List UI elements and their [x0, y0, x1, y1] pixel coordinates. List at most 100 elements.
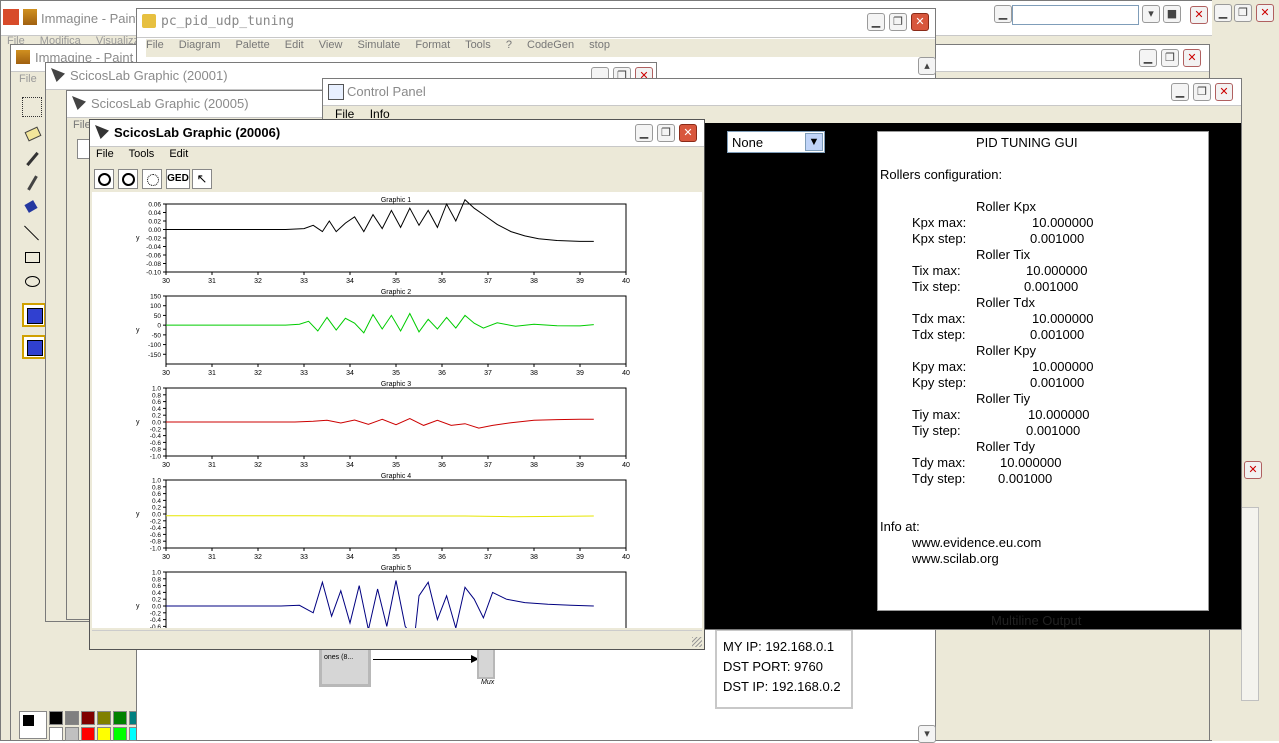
scicos-block-icon-2[interactable]	[22, 335, 46, 359]
x-tick-label: 35	[392, 370, 400, 377]
editor-menu-simulate[interactable]: Simulate	[358, 39, 401, 51]
editor-menu-view[interactable]: View	[319, 39, 343, 51]
right-close-button[interactable]: ✕	[1256, 4, 1274, 22]
scicos-block-icon-1[interactable]	[22, 303, 46, 327]
right-max-button[interactable]: ❐	[1234, 4, 1252, 22]
x-tick-label: 34	[346, 370, 354, 377]
eraser-tool-icon[interactable]	[22, 123, 42, 143]
editor-menu-format[interactable]: Format	[415, 39, 450, 51]
multiline-output[interactable]: PID TUNING GUI Rollers configuration: Ro…	[877, 131, 1209, 611]
cp-info-at: Info at:	[880, 519, 920, 534]
graphic-20005-titlebar[interactable]: ScicosLab Graphic (20005)	[67, 91, 345, 118]
cp-heading: PID TUNING GUI	[976, 135, 1078, 150]
x-tick-label: 30	[162, 370, 170, 377]
graphic-20006-menu-file[interactable]: File	[96, 148, 114, 160]
graphic-statusbar	[92, 630, 702, 649]
color-swatch[interactable]	[113, 727, 127, 741]
paint2-menu-file[interactable]: File	[19, 73, 37, 85]
udp-block[interactable]: MY IP: 192.168.0.1 DST PORT: 9760 DST IP…	[715, 629, 853, 709]
right-close-button-2[interactable]: ✕	[1244, 461, 1262, 479]
color-swatch[interactable]	[97, 727, 111, 741]
select-tool-icon[interactable]	[22, 97, 42, 117]
editor-menu-codegen[interactable]: CodeGen	[527, 39, 574, 51]
resize-grip-icon[interactable]	[692, 637, 702, 647]
pencil-tool-icon[interactable]	[22, 173, 42, 193]
editor-scroll-down-icon[interactable]: ▾	[918, 725, 936, 743]
editor-menu-help[interactable]: ?	[506, 39, 512, 51]
right-min-button[interactable]: ▁	[1214, 4, 1232, 22]
address-stop-button[interactable]: ■	[1163, 5, 1181, 23]
mux-block[interactable]	[477, 645, 495, 679]
ellipse-tool-icon[interactable]	[22, 271, 42, 291]
zoom-out-icon[interactable]	[118, 169, 138, 189]
graphic-20006-min-button[interactable]: ▁	[635, 124, 653, 142]
plot-title: Graphic 1	[381, 197, 411, 204]
editor-max-button[interactable]: ❐	[889, 13, 907, 31]
color-swatch[interactable]	[65, 727, 79, 741]
editor-menu-file[interactable]: File	[146, 39, 164, 51]
paint2-close-button[interactable]: ✕	[1183, 49, 1201, 67]
address-input[interactable]	[1012, 5, 1139, 25]
line-tool-icon[interactable]	[22, 223, 42, 243]
control-panel-min-button[interactable]: ▁	[1171, 83, 1189, 101]
cp-link-evidence[interactable]: www.evidence.eu.com	[912, 535, 1041, 550]
color-swatch[interactable]	[65, 711, 79, 725]
rectangle-tool-icon[interactable]	[22, 247, 42, 267]
editor-menu-stop[interactable]: stop	[589, 39, 610, 51]
y-tick-label: 0	[157, 323, 161, 330]
color-swatch[interactable]	[49, 711, 63, 725]
editor-menu-diagram[interactable]: Diagram	[179, 39, 221, 51]
color-swatch[interactable]	[49, 727, 63, 741]
cp-tiy-step-label: Tiy step:	[912, 423, 961, 438]
control-panel-titlebar[interactable]: Control Panel ▁ ❐ ✕	[323, 79, 1241, 106]
color-swatch[interactable]	[113, 711, 127, 725]
graphic-20006-menu-tools[interactable]: Tools	[129, 148, 155, 160]
color-swatch[interactable]	[81, 711, 95, 725]
x-tick-label: 34	[346, 554, 354, 561]
cp-kpy-step-value: 0.001000	[1030, 375, 1085, 390]
editor-menu-edit[interactable]: Edit	[285, 39, 304, 51]
x-tick-label: 31	[208, 278, 216, 285]
editor-menu-palette[interactable]: Palette	[235, 39, 269, 51]
graphic-20006-close-button[interactable]: ✕	[679, 124, 697, 142]
picker-tool-icon[interactable]	[22, 149, 42, 169]
x-tick-label: 40	[622, 278, 630, 285]
right-scrollbar[interactable]	[1241, 507, 1259, 701]
editor-min-button[interactable]: ▁	[867, 13, 885, 31]
select-chevron-down-icon[interactable]: ▼	[805, 133, 823, 151]
control-panel-close-button[interactable]: ✕	[1215, 83, 1233, 101]
zoom-in-icon[interactable]	[94, 169, 114, 189]
outer-min-button[interactable]: ▁	[994, 5, 1012, 23]
editor-titlebar[interactable]: pc_pid_udp_tuning ▁ ❐ ✕	[137, 9, 935, 38]
cp-link-scilab[interactable]: www.scilab.org	[912, 551, 999, 566]
color-swatch[interactable]	[97, 711, 111, 725]
cp-tiy-max-label: Tiy max:	[912, 407, 961, 422]
y-tick-label: 100	[150, 303, 161, 310]
ones-block[interactable]: ones (8...	[319, 645, 371, 687]
control-panel-max-button[interactable]: ❐	[1193, 83, 1211, 101]
graphic-20006-menu-edit[interactable]: Edit	[169, 148, 188, 160]
graphic-20006-titlebar[interactable]: ScicosLab Graphic (20006) ▁ ❐ ✕	[90, 120, 704, 147]
paint2-max-button[interactable]: ❐	[1161, 49, 1179, 67]
pointer-icon[interactable]: ↖	[192, 169, 212, 189]
x-tick-label: 31	[208, 462, 216, 469]
ged-button[interactable]: GED	[166, 169, 190, 189]
paint2-doc-icon	[16, 50, 30, 64]
cp-tix-max-value: 10.000000	[1026, 263, 1088, 278]
rotate-icon[interactable]	[142, 169, 162, 189]
editor-scroll-up-icon[interactable]: ▴	[918, 57, 936, 75]
editor-menu-tools[interactable]: Tools	[465, 39, 491, 51]
paint2-min-button[interactable]: ▁	[1139, 49, 1157, 67]
fill-tool-icon[interactable]	[22, 197, 42, 217]
cp-roller-tdy: Roller Tdy	[976, 439, 1036, 454]
color-swatch[interactable]	[81, 727, 95, 741]
graphic-canvas[interactable]: Graphic 1 y 30 31 32 33 34 35 36 37 38 39 40 0.06 0.04…	[92, 192, 702, 628]
none-select[interactable]: None ▼	[727, 131, 825, 153]
graphic-20001-title: ScicosLab Graphic (20001)	[70, 68, 228, 83]
graphic-20006-max-button[interactable]: ❐	[657, 124, 675, 142]
address-dropdown-button[interactable]: ▾	[1142, 5, 1160, 23]
y-axis-label: y	[136, 603, 140, 610]
outer-close-button[interactable]: ✕	[1190, 6, 1208, 24]
link-arrow[interactable]	[373, 659, 477, 660]
editor-close-button[interactable]: ✕	[911, 13, 929, 31]
